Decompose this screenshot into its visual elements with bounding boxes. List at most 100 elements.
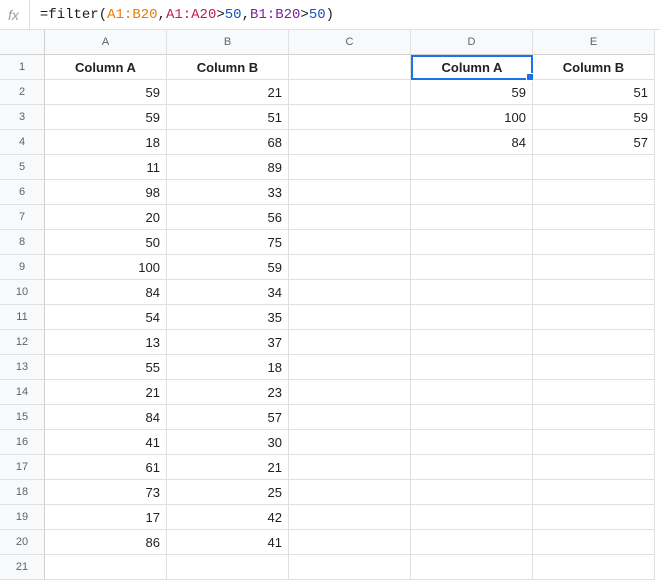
cell-C14[interactable]	[289, 380, 411, 405]
cell-B18[interactable]: 25	[167, 480, 289, 505]
cell-A19[interactable]: 17	[45, 505, 167, 530]
cell-D10[interactable]	[411, 280, 533, 305]
cell-E18[interactable]	[533, 480, 655, 505]
cell-D11[interactable]	[411, 305, 533, 330]
cell-A20[interactable]: 86	[45, 530, 167, 555]
cell-C10[interactable]	[289, 280, 411, 305]
column-header-D[interactable]: D	[411, 30, 533, 55]
cell-C8[interactable]	[289, 230, 411, 255]
column-header-B[interactable]: B	[167, 30, 289, 55]
cell-E4[interactable]: 57	[533, 130, 655, 155]
column-header-E[interactable]: E	[533, 30, 655, 55]
cell-A11[interactable]: 54	[45, 305, 167, 330]
cell-B10[interactable]: 34	[167, 280, 289, 305]
cell-D9[interactable]	[411, 255, 533, 280]
row-header-2[interactable]: 2	[0, 80, 45, 105]
cell-A17[interactable]: 61	[45, 455, 167, 480]
cell-D16[interactable]	[411, 430, 533, 455]
cell-C12[interactable]	[289, 330, 411, 355]
cell-B4[interactable]: 68	[167, 130, 289, 155]
row-header-1[interactable]: 1	[0, 55, 45, 80]
cell-C9[interactable]	[289, 255, 411, 280]
cell-D17[interactable]	[411, 455, 533, 480]
row-header-14[interactable]: 14	[0, 380, 45, 405]
spreadsheet-grid[interactable]: ABCDE1Column AColumn BColumn AColumn B25…	[0, 30, 660, 580]
cell-B16[interactable]: 30	[167, 430, 289, 455]
cell-D4[interactable]: 84	[411, 130, 533, 155]
cell-C20[interactable]	[289, 530, 411, 555]
cell-E21[interactable]	[533, 555, 655, 580]
cell-D1[interactable]: Column A	[411, 55, 533, 80]
cell-E20[interactable]	[533, 530, 655, 555]
cell-D12[interactable]	[411, 330, 533, 355]
row-header-11[interactable]: 11	[0, 305, 45, 330]
cell-E9[interactable]	[533, 255, 655, 280]
cell-C19[interactable]	[289, 505, 411, 530]
row-header-6[interactable]: 6	[0, 180, 45, 205]
row-header-5[interactable]: 5	[0, 155, 45, 180]
cell-C4[interactable]	[289, 130, 411, 155]
row-header-15[interactable]: 15	[0, 405, 45, 430]
row-header-3[interactable]: 3	[0, 105, 45, 130]
cell-B7[interactable]: 56	[167, 205, 289, 230]
cell-E13[interactable]	[533, 355, 655, 380]
cell-B21[interactable]	[167, 555, 289, 580]
cell-A10[interactable]: 84	[45, 280, 167, 305]
cell-A18[interactable]: 73	[45, 480, 167, 505]
cell-B15[interactable]: 57	[167, 405, 289, 430]
cell-D20[interactable]	[411, 530, 533, 555]
cell-D13[interactable]	[411, 355, 533, 380]
cell-D15[interactable]	[411, 405, 533, 430]
row-header-18[interactable]: 18	[0, 480, 45, 505]
cell-C11[interactable]	[289, 305, 411, 330]
cell-E8[interactable]	[533, 230, 655, 255]
cell-E7[interactable]	[533, 205, 655, 230]
cell-A13[interactable]: 55	[45, 355, 167, 380]
cell-C3[interactable]	[289, 105, 411, 130]
formula-input[interactable]: =filter(A1:B20,A1:A20>50,B1:B20>50)	[30, 0, 652, 29]
cell-A3[interactable]: 59	[45, 105, 167, 130]
cell-A14[interactable]: 21	[45, 380, 167, 405]
cell-E14[interactable]	[533, 380, 655, 405]
row-header-17[interactable]: 17	[0, 455, 45, 480]
cell-B13[interactable]: 18	[167, 355, 289, 380]
cell-B12[interactable]: 37	[167, 330, 289, 355]
cell-E10[interactable]	[533, 280, 655, 305]
cell-C16[interactable]	[289, 430, 411, 455]
cell-C18[interactable]	[289, 480, 411, 505]
cell-D14[interactable]	[411, 380, 533, 405]
cell-A2[interactable]: 59	[45, 80, 167, 105]
cell-A9[interactable]: 100	[45, 255, 167, 280]
row-header-4[interactable]: 4	[0, 130, 45, 155]
cell-E11[interactable]	[533, 305, 655, 330]
cell-E17[interactable]	[533, 455, 655, 480]
column-header-A[interactable]: A	[45, 30, 167, 55]
cell-A8[interactable]: 50	[45, 230, 167, 255]
cell-C7[interactable]	[289, 205, 411, 230]
cell-E1[interactable]: Column B	[533, 55, 655, 80]
cell-B20[interactable]: 41	[167, 530, 289, 555]
cell-D8[interactable]	[411, 230, 533, 255]
cell-B17[interactable]: 21	[167, 455, 289, 480]
cell-D21[interactable]	[411, 555, 533, 580]
cell-B11[interactable]: 35	[167, 305, 289, 330]
cell-C21[interactable]	[289, 555, 411, 580]
cell-C1[interactable]	[289, 55, 411, 80]
row-header-20[interactable]: 20	[0, 530, 45, 555]
cell-A6[interactable]: 98	[45, 180, 167, 205]
cell-C5[interactable]	[289, 155, 411, 180]
cell-E16[interactable]	[533, 430, 655, 455]
cell-A12[interactable]: 13	[45, 330, 167, 355]
cell-E5[interactable]	[533, 155, 655, 180]
cell-B6[interactable]: 33	[167, 180, 289, 205]
cell-A5[interactable]: 11	[45, 155, 167, 180]
cell-D18[interactable]	[411, 480, 533, 505]
row-header-21[interactable]: 21	[0, 555, 45, 580]
cell-D7[interactable]	[411, 205, 533, 230]
row-header-16[interactable]: 16	[0, 430, 45, 455]
cell-C15[interactable]	[289, 405, 411, 430]
select-all-corner[interactable]	[0, 30, 45, 55]
cell-A7[interactable]: 20	[45, 205, 167, 230]
cell-E3[interactable]: 59	[533, 105, 655, 130]
row-header-9[interactable]: 9	[0, 255, 45, 280]
